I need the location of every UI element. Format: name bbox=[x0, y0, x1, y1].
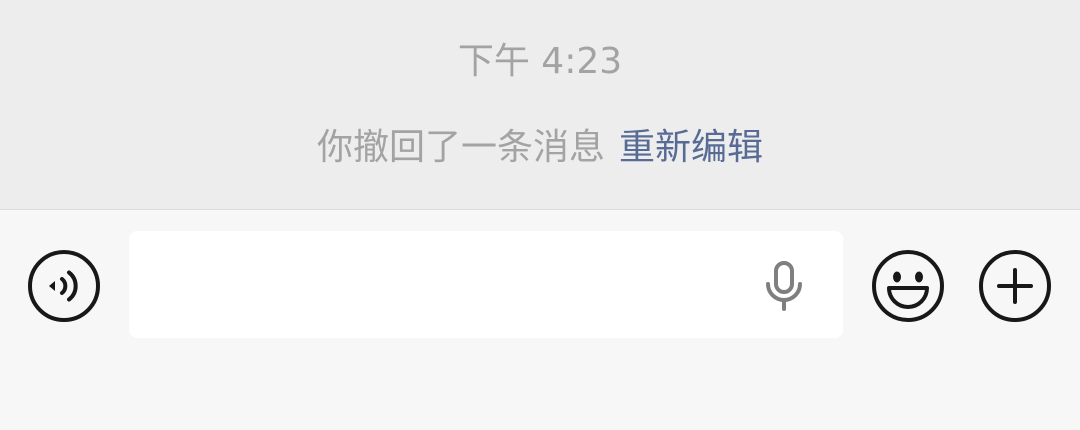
voice-toggle-button[interactable] bbox=[26, 248, 102, 324]
voice-icon bbox=[28, 250, 100, 322]
re-edit-link[interactable]: 重新编辑 bbox=[619, 127, 763, 168]
message-input[interactable] bbox=[129, 231, 843, 338]
input-bar bbox=[0, 209, 1080, 430]
chat-area: 下午 4:23 你撤回了一条消息 重新编辑 bbox=[0, 0, 1080, 209]
more-button[interactable] bbox=[977, 248, 1053, 324]
plus-icon bbox=[979, 250, 1051, 322]
recall-notice: 你撤回了一条消息 重新编辑 bbox=[0, 124, 1080, 172]
emoji-icon bbox=[872, 250, 944, 322]
microphone-icon[interactable] bbox=[760, 260, 808, 312]
message-timestamp: 下午 4:23 bbox=[457, 41, 623, 82]
recall-notice-text: 你撤回了一条消息 bbox=[316, 127, 605, 168]
emoji-button[interactable] bbox=[870, 248, 946, 324]
